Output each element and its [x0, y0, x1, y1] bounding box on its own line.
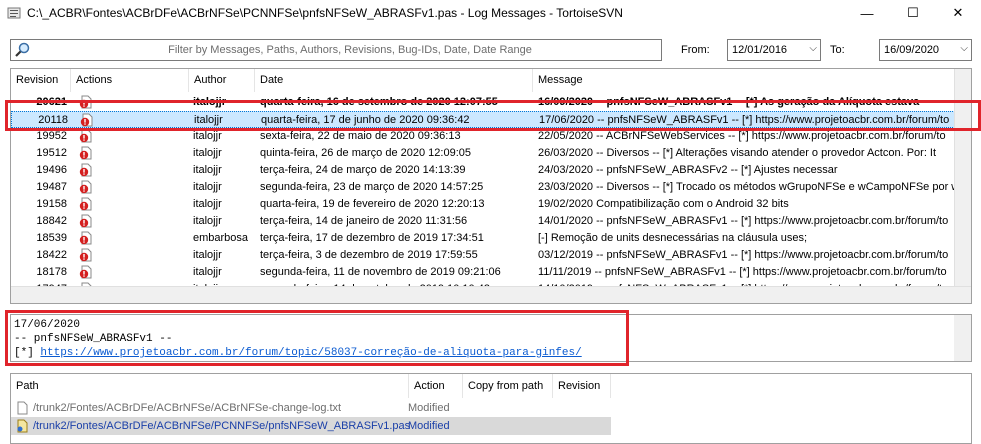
log-cell-message: 11/11/2019 -- pnfsNFSeW_ABRASFv1 -- [*] …: [538, 266, 947, 278]
filter-placeholder: Filter by Messages, Paths, Authors, Revi…: [168, 44, 532, 56]
log-row[interactable]: 19158 italojjr quarta-feira, 19 de feverei…: [11, 196, 955, 213]
log-cell-revision: 18842: [36, 215, 67, 227]
modified-icon: [79, 214, 92, 228]
log-cell-revision: 19512: [36, 147, 67, 159]
file-icon: [17, 401, 28, 415]
log-row[interactable]: 18539 embarbosa terça-feira, 17 de dezembr…: [11, 230, 955, 247]
log-cell-revision: 18539: [36, 232, 67, 244]
close-button[interactable]: ✕: [935, 0, 981, 26]
to-date-value: 16/09/2020: [884, 44, 940, 56]
log-cell-author: italojjr: [193, 181, 222, 193]
column-header-action[interactable]: Action: [409, 374, 463, 398]
chevron-down-icon[interactable]: ⌵: [809, 43, 817, 54]
log-cell-revision: 19496: [36, 164, 67, 176]
to-date-picker[interactable]: 16/09/2020 ⌵: [879, 39, 972, 61]
log-cell-date: sexta-feira, 22 de maio de 2020 09:36:13: [260, 130, 461, 142]
log-cell-date: terça-feira, 14 de janeiro de 2020 11:31…: [260, 215, 468, 227]
message-scrollbar[interactable]: [954, 315, 971, 361]
column-header-date[interactable]: Date: [255, 69, 533, 92]
log-cell-message: 23/03/2020 -- Diversos -- [*] Trocado os…: [538, 181, 955, 193]
log-cell-date: terça-feira, 17 de dezembro de 2019 17:3…: [260, 232, 484, 244]
log-cell-author: italojjr: [193, 130, 222, 142]
log-cell-message: 24/03/2020 -- pnfsNFSeW_ABRASFv2 -- [*] …: [538, 164, 838, 176]
modified-icon: [79, 180, 92, 194]
log-cell-author: italojjr: [193, 147, 222, 159]
column-header-actions[interactable]: Actions: [71, 69, 189, 92]
horizontal-scrollbar[interactable]: [11, 286, 971, 303]
pascal-file-icon: [17, 419, 28, 433]
log-cell-date: terça-feira, 24 de março de 2020 14:13:3…: [260, 164, 466, 176]
log-row[interactable]: 19512 italojjr quinta-feira, 26 de março d…: [11, 145, 955, 162]
column-header-revision[interactable]: Revision: [553, 374, 611, 398]
log-cell-revision: 19158: [36, 198, 67, 210]
log-cell-revision: 18178: [36, 266, 67, 278]
modified-icon: [79, 146, 92, 160]
log-cell-message: 22/05/2020 -- ACBrNFSeWebServices -- [*]…: [538, 130, 946, 142]
log-cell-message: 19/02/2020 Compatibilização com o Androi…: [538, 198, 789, 210]
from-date-picker[interactable]: 12/01/2016 ⌵: [727, 39, 821, 61]
changed-paths-list[interactable]: Path Action Copy from path Revision /tru…: [10, 373, 972, 444]
log-row[interactable]: 18178 italojjr segunda-feira, 11 de novemb…: [11, 264, 955, 281]
log-cell-date: segunda-feira, 23 de março de 2020 14:57…: [260, 181, 484, 193]
log-cell-author: italojjr: [193, 215, 222, 227]
filter-input[interactable]: Filter by Messages, Paths, Authors, Revi…: [10, 39, 662, 61]
log-cell-revision: 18422: [36, 249, 67, 261]
column-header-message[interactable]: Message: [533, 69, 955, 92]
log-cell-date: quarta-feira, 19 de fevereiro de 2020 12…: [260, 198, 485, 210]
log-cell-message: [-] Remoção de units desnecessárias na c…: [538, 232, 808, 244]
modified-icon: [79, 197, 92, 211]
log-cell-revision: 19487: [36, 181, 67, 193]
maximize-button[interactable]: ☐: [890, 0, 936, 26]
log-cell-revision: 19952: [36, 130, 67, 142]
log-row[interactable]: 19487 italojjr segunda-feira, 23 de março …: [11, 179, 955, 196]
log-row[interactable]: 18842 italojjr terça-feira, 14 de janeiro …: [11, 213, 955, 230]
column-header-author[interactable]: Author: [189, 69, 255, 92]
column-header-path[interactable]: Path: [11, 374, 409, 398]
log-row[interactable]: 18422 italojjr terça-feira, 3 de dezembro …: [11, 247, 955, 264]
log-cell-message: 26/03/2020 -- Diversos -- [*] Alterações…: [538, 147, 937, 159]
column-header-copy-from-path[interactable]: Copy from path: [463, 374, 553, 398]
log-cell-date: terça-feira, 3 de dezembro de 2019 17:59…: [260, 249, 478, 261]
from-date-value: 12/01/2016: [732, 44, 788, 56]
log-cell-author: italojjr: [193, 249, 222, 261]
path-row[interactable]: /trunk2/Fontes/ACBrDFe/ACBrNFSe/ACBrNFSe…: [11, 399, 611, 417]
modified-icon: [79, 265, 92, 279]
path-action: Modified: [408, 420, 450, 432]
path-text: /trunk2/Fontes/ACBrDFe/ACBrNFSe/PCNNFSe/…: [33, 420, 411, 432]
highlight-frame: [5, 100, 981, 131]
log-cell-author: italojjr: [193, 164, 222, 176]
modified-icon: [79, 163, 92, 177]
chevron-down-icon[interactable]: ⌵: [960, 43, 968, 54]
log-cell-message: 03/12/2019 -- pnfsNFSeW_ABRASFv1 -- [*] …: [538, 249, 949, 261]
path-text: /trunk2/Fontes/ACBrDFe/ACBrNFSe/ACBrNFSe…: [33, 402, 342, 414]
to-label: To:: [830, 44, 845, 56]
modified-icon: [79, 231, 92, 245]
minimize-button[interactable]: —: [844, 0, 890, 26]
path-action: Modified: [408, 402, 450, 414]
log-cell-author: italojjr: [193, 266, 222, 278]
log-cell-date: quinta-feira, 26 de março de 2020 12:09:…: [260, 147, 471, 159]
from-label: From:: [681, 44, 710, 56]
path-row-selected[interactable]: /trunk2/Fontes/ACBrDFe/ACBrNFSe/PCNNFSe/…: [11, 417, 611, 435]
log-cell-message: 14/01/2020 -- pnfsNFSeW_ABRASFv1 -- [*] …: [538, 215, 949, 227]
window-title: C:\_ACBR\Fontes\ACBrDFe\ACBrNFSe\PCNNFSe…: [27, 6, 623, 20]
modified-icon: [79, 129, 92, 143]
column-header-revision[interactable]: Revision: [11, 69, 71, 92]
tortoisesvn-icon: [7, 7, 21, 19]
title-bar: C:\_ACBR\Fontes\ACBrDFe\ACBrNFSe\PCNNFSe…: [0, 0, 981, 26]
log-cell-author: italojjr: [193, 198, 222, 210]
modified-icon: [79, 248, 92, 262]
log-cell-author: embarbosa: [193, 232, 249, 244]
log-row[interactable]: 19496 italojjr terça-feira, 24 de março de…: [11, 162, 955, 179]
log-cell-date: segunda-feira, 11 de novembro de 2019 09…: [260, 266, 501, 278]
highlight-frame: [5, 310, 629, 366]
